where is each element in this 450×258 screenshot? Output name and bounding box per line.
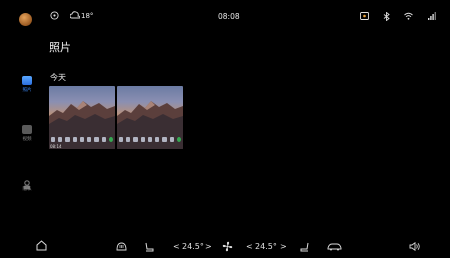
dashcam-icon[interactable] xyxy=(360,12,369,22)
photo-dock-strip xyxy=(51,135,113,143)
clock: 08:08 xyxy=(218,12,240,21)
seat-heat-left-icon[interactable] xyxy=(144,242,154,255)
volume-icon[interactable] xyxy=(409,241,420,254)
weather-icon xyxy=(69,11,81,22)
photo-dock-strip xyxy=(119,135,181,143)
right-temp-value: 24.5° xyxy=(255,242,277,251)
rail-label: 照片 xyxy=(22,88,32,93)
home-icon[interactable] xyxy=(36,240,47,254)
signal-icon xyxy=(428,12,436,22)
left-temp-decrease[interactable]: < xyxy=(173,242,180,251)
front-defrost-icon[interactable] xyxy=(116,242,127,254)
privacy-icon xyxy=(22,175,32,190)
photo-thumbnail[interactable]: 08:14 xyxy=(49,86,115,149)
user-avatar[interactable] xyxy=(19,13,32,26)
message-icon[interactable] xyxy=(50,11,59,22)
rail-item-privacy[interactable]: 隐私 xyxy=(14,175,40,192)
section-label-today: 今天 xyxy=(50,73,66,82)
rail-item-video[interactable]: 视频 xyxy=(14,125,40,142)
bluetooth-icon xyxy=(383,11,390,23)
photos-icon xyxy=(22,76,32,85)
fan-icon[interactable] xyxy=(222,241,233,255)
left-temp-increase[interactable]: > xyxy=(205,242,212,251)
video-icon xyxy=(22,125,32,134)
left-temp-value: 24.5° xyxy=(182,242,204,251)
photo-caption: 08:14 xyxy=(50,144,62,149)
bottom-dock: < 24.5° > < 24.5° > xyxy=(0,232,450,258)
wifi-icon xyxy=(404,12,413,22)
rail-label: 视频 xyxy=(22,137,32,142)
rear-defrost-icon[interactable] xyxy=(327,242,342,254)
status-bar: 18° 08:08 xyxy=(0,0,450,36)
rail-item-photos[interactable]: 照片 xyxy=(14,76,40,93)
weather-temp: 18° xyxy=(81,12,94,20)
page-title: 照片 xyxy=(49,41,71,54)
rail-label: 隐私 xyxy=(22,187,32,192)
seat-heat-right-icon[interactable] xyxy=(300,242,310,255)
photo-thumbnail[interactable] xyxy=(117,86,183,149)
right-temp-decrease[interactable]: < xyxy=(246,242,253,251)
right-temp-increase[interactable]: > xyxy=(280,242,287,251)
